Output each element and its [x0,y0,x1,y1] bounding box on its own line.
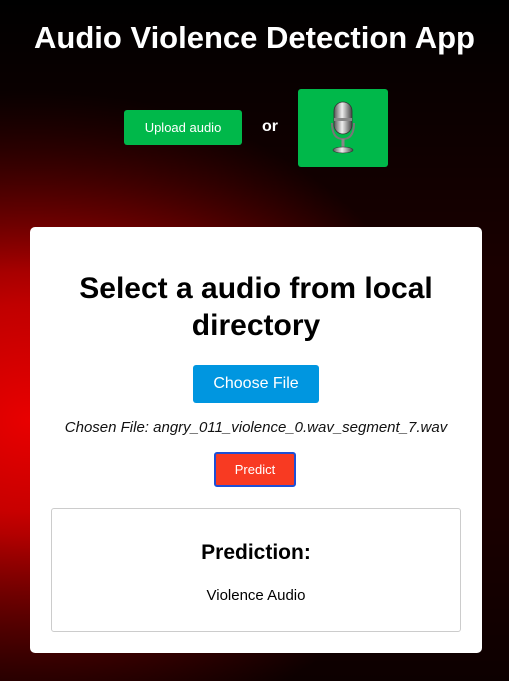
or-label: or [262,118,278,135]
record-button[interactable] [298,89,388,167]
card-heading: Select a audio from local directory [79,272,433,342]
microphone-icon [331,101,355,154]
choose-file-button[interactable]: Choose File [193,365,319,403]
upload-card: Select a audio from local directory Choo… [30,227,482,653]
prediction-value: Violence Audio [206,587,306,604]
upload-audio-button[interactable]: Upload audio [124,110,242,145]
predict-button[interactable]: Predict [214,452,296,487]
chosen-file-text: Chosen File: angry_011_violence_0.wav_se… [64,419,448,436]
page-title: Audio Violence Detection App [34,20,475,55]
prediction-heading: Prediction: [201,541,311,564]
prediction-box: Prediction: Violence Audio [51,508,461,632]
